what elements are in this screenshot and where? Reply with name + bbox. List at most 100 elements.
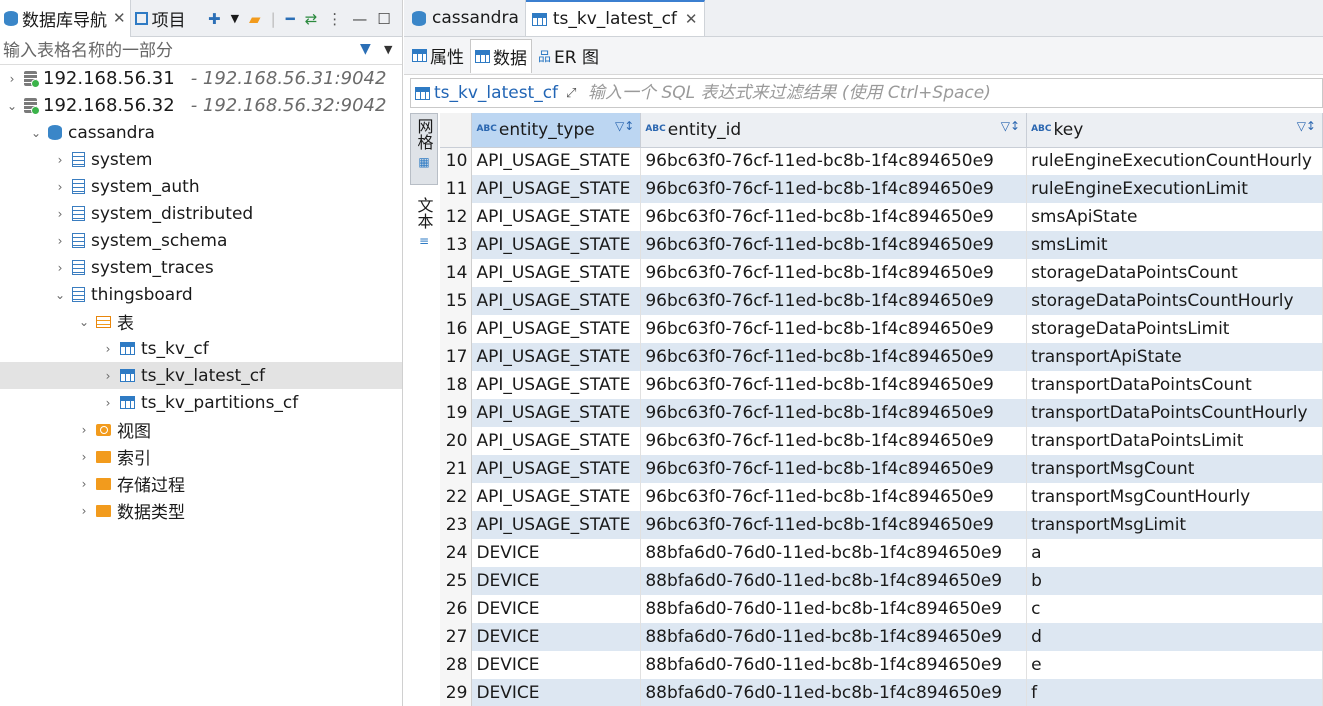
sql-filter-input[interactable] (588, 80, 1289, 106)
chevron-right-icon[interactable]: › (6, 72, 18, 86)
tree-item[interactable]: ⌄ thingsboard (0, 281, 402, 308)
table-row[interactable]: 22 API_USAGE_STATE 96bc63f0-76cf-11ed-bc8b… (440, 483, 1323, 511)
cell-entity-id[interactable]: 96bc63f0-76cf-11ed-bc8b-1f4c894650e9 (640, 175, 1028, 203)
cell-entity-type[interactable]: API_USAGE_STATE (471, 259, 642, 287)
cell-entity-id[interactable]: 96bc63f0-76cf-11ed-bc8b-1f4c894650e9 (640, 315, 1028, 343)
row-number-cell[interactable]: 15 (440, 287, 473, 315)
minimize-icon[interactable]: — (352, 10, 367, 28)
tree-item[interactable]: › 存储过程 (0, 470, 402, 497)
table-row[interactable]: 24 DEVICE 88bfa6d0-76d0-11ed-bc8b-1f4c8946… (440, 539, 1323, 567)
view-menu-icon[interactable]: ⋮ (327, 10, 342, 28)
table-row[interactable]: 26 DEVICE 88bfa6d0-76d0-11ed-bc8b-1f4c8946… (440, 595, 1323, 623)
filter-table-chip[interactable]: ts_kv_latest_cf (411, 83, 558, 103)
tab-data[interactable]: 数据 (470, 38, 532, 73)
cell-entity-id[interactable]: 96bc63f0-76cf-11ed-bc8b-1f4c894650e9 (640, 399, 1028, 427)
tree-item[interactable]: › system_auth (0, 173, 402, 200)
tree-item[interactable]: › system_schema (0, 227, 402, 254)
table-row[interactable]: 28 DEVICE 88bfa6d0-76d0-11ed-bc8b-1f4c8946… (440, 651, 1323, 679)
table-row[interactable]: 29 DEVICE 88bfa6d0-76d0-11ed-bc8b-1f4c8946… (440, 679, 1323, 706)
chevron-right-icon[interactable]: › (54, 180, 66, 194)
column-header-entity-type[interactable]: ABC entity_type ▽↕ (471, 113, 642, 148)
tree-item[interactable]: ⌄ cassandra (0, 119, 402, 146)
column-header-key[interactable]: ABC key ▽↕ (1026, 113, 1323, 148)
cell-entity-id[interactable]: 96bc63f0-76cf-11ed-bc8b-1f4c894650e9 (640, 455, 1028, 483)
collapse-all-icon[interactable]: ━ (286, 10, 295, 28)
cell-key[interactable]: smsApiState (1026, 203, 1323, 231)
table-row[interactable]: 12 API_USAGE_STATE 96bc63f0-76cf-11ed-bc8b… (440, 203, 1323, 231)
table-row[interactable]: 16 API_USAGE_STATE 96bc63f0-76cf-11ed-bc8b… (440, 315, 1323, 343)
cell-entity-type[interactable]: API_USAGE_STATE (471, 483, 642, 511)
table-row[interactable]: 15 API_USAGE_STATE 96bc63f0-76cf-11ed-bc8b… (440, 287, 1323, 315)
sort-filter-icon[interactable]: ▽↕ (1297, 119, 1316, 133)
link-with-editor-icon[interactable]: ⇄ (305, 10, 318, 28)
cell-key[interactable]: d (1026, 623, 1323, 651)
close-icon[interactable]: ✕ (685, 10, 698, 28)
tree-item[interactable]: › ts_kv_latest_cf (0, 362, 402, 389)
cell-entity-id[interactable]: 96bc63f0-76cf-11ed-bc8b-1f4c894650e9 (640, 259, 1028, 287)
cell-entity-type[interactable]: API_USAGE_STATE (471, 203, 642, 231)
tree-item[interactable]: › ts_kv_partitions_cf (0, 389, 402, 416)
tab-grid[interactable]: 网格 ▦ (410, 113, 438, 185)
row-number-cell[interactable]: 20 (440, 427, 473, 455)
expand-icon[interactable]: ⤢ (566, 86, 582, 101)
cell-key[interactable]: storageDataPointsCount (1026, 259, 1323, 287)
cell-key[interactable]: b (1026, 567, 1323, 595)
tab-er-diagram[interactable]: 品 ER 图 (534, 39, 603, 73)
cell-key[interactable]: c (1026, 595, 1323, 623)
chevron-right-icon[interactable]: › (54, 261, 66, 275)
column-header-entity-id[interactable]: ABC entity_id ▽↕ (640, 113, 1028, 148)
table-row[interactable]: 20 API_USAGE_STATE 96bc63f0-76cf-11ed-bc8b… (440, 427, 1323, 455)
cell-key[interactable]: smsLimit (1026, 231, 1323, 259)
cell-entity-id[interactable]: 96bc63f0-76cf-11ed-bc8b-1f4c894650e9 (640, 371, 1028, 399)
cell-entity-type[interactable]: DEVICE (471, 679, 642, 706)
new-connection-icon[interactable]: ✚ (208, 10, 221, 28)
table-row[interactable]: 25 DEVICE 88bfa6d0-76d0-11ed-bc8b-1f4c8946… (440, 567, 1323, 595)
cell-entity-type[interactable]: DEVICE (471, 595, 642, 623)
cell-entity-type[interactable]: API_USAGE_STATE (471, 371, 642, 399)
cell-entity-id[interactable]: 88bfa6d0-76d0-11ed-bc8b-1f4c894650e9 (640, 567, 1028, 595)
cell-entity-id[interactable]: 88bfa6d0-76d0-11ed-bc8b-1f4c894650e9 (640, 539, 1028, 567)
tree-item[interactable]: › 索引 (0, 443, 402, 470)
cell-entity-id[interactable]: 88bfa6d0-76d0-11ed-bc8b-1f4c894650e9 (640, 595, 1028, 623)
chevron-right-icon[interactable]: › (78, 477, 90, 491)
tab-properties[interactable]: 属性 (408, 39, 468, 73)
row-number-cell[interactable]: 14 (440, 259, 473, 287)
row-number-cell[interactable]: 18 (440, 371, 473, 399)
tab-database-navigator[interactable]: 数据库导航 ✕ (0, 0, 131, 37)
cell-key[interactable]: storageDataPointsCountHourly (1026, 287, 1323, 315)
row-number-cell[interactable]: 27 (440, 623, 473, 651)
table-row[interactable]: 23 API_USAGE_STATE 96bc63f0-76cf-11ed-bc8b… (440, 511, 1323, 539)
filter-icon[interactable]: ▼ (360, 41, 371, 57)
cell-entity-id[interactable]: 88bfa6d0-76d0-11ed-bc8b-1f4c894650e9 (640, 651, 1028, 679)
cell-key[interactable]: transportMsgCount (1026, 455, 1323, 483)
row-number-cell[interactable]: 29 (440, 679, 473, 706)
tab-cassandra[interactable]: cassandra (406, 0, 526, 36)
tree-item[interactable]: › 数据类型 (0, 497, 402, 524)
cell-entity-id[interactable]: 96bc63f0-76cf-11ed-bc8b-1f4c894650e9 (640, 427, 1028, 455)
chevron-right-icon[interactable]: › (102, 369, 114, 383)
tree-item[interactable]: ⌄ 192.168.56.32 - 192.168.56.32:9042 (0, 92, 402, 119)
tree-item[interactable]: › system (0, 146, 402, 173)
row-number-cell[interactable]: 26 (440, 595, 473, 623)
row-number-cell[interactable]: 22 (440, 483, 473, 511)
row-number-cell[interactable]: 21 (440, 455, 473, 483)
table-row[interactable]: 10 API_USAGE_STATE 96bc63f0-76cf-11ed-bc8b… (440, 147, 1323, 175)
sort-filter-icon[interactable]: ▽↕ (1001, 119, 1020, 133)
chevron-down-icon[interactable]: ⌄ (30, 126, 42, 140)
row-number-cell[interactable]: 23 (440, 511, 473, 539)
row-number-cell[interactable]: 28 (440, 651, 473, 679)
chevron-right-icon[interactable]: › (102, 396, 114, 410)
cell-key[interactable]: a (1026, 539, 1323, 567)
tree-item[interactable]: › 视图 (0, 416, 402, 443)
table-row[interactable]: 13 API_USAGE_STATE 96bc63f0-76cf-11ed-bc8b… (440, 231, 1323, 259)
cell-entity-id[interactable]: 96bc63f0-76cf-11ed-bc8b-1f4c894650e9 (640, 147, 1028, 175)
cell-entity-type[interactable]: API_USAGE_STATE (471, 175, 642, 203)
row-number-cell[interactable]: 11 (440, 175, 473, 203)
tab-projects[interactable]: 项目 (131, 0, 190, 37)
cell-key[interactable]: transportDataPointsCountHourly (1026, 399, 1323, 427)
tab-text[interactable]: 文本 ≡ (410, 193, 438, 250)
tree-item[interactable]: › ts_kv_cf (0, 335, 402, 362)
cell-entity-type[interactable]: API_USAGE_STATE (471, 287, 642, 315)
chevron-down-icon[interactable]: ⌄ (78, 315, 90, 329)
chevron-right-icon[interactable]: › (102, 342, 114, 356)
